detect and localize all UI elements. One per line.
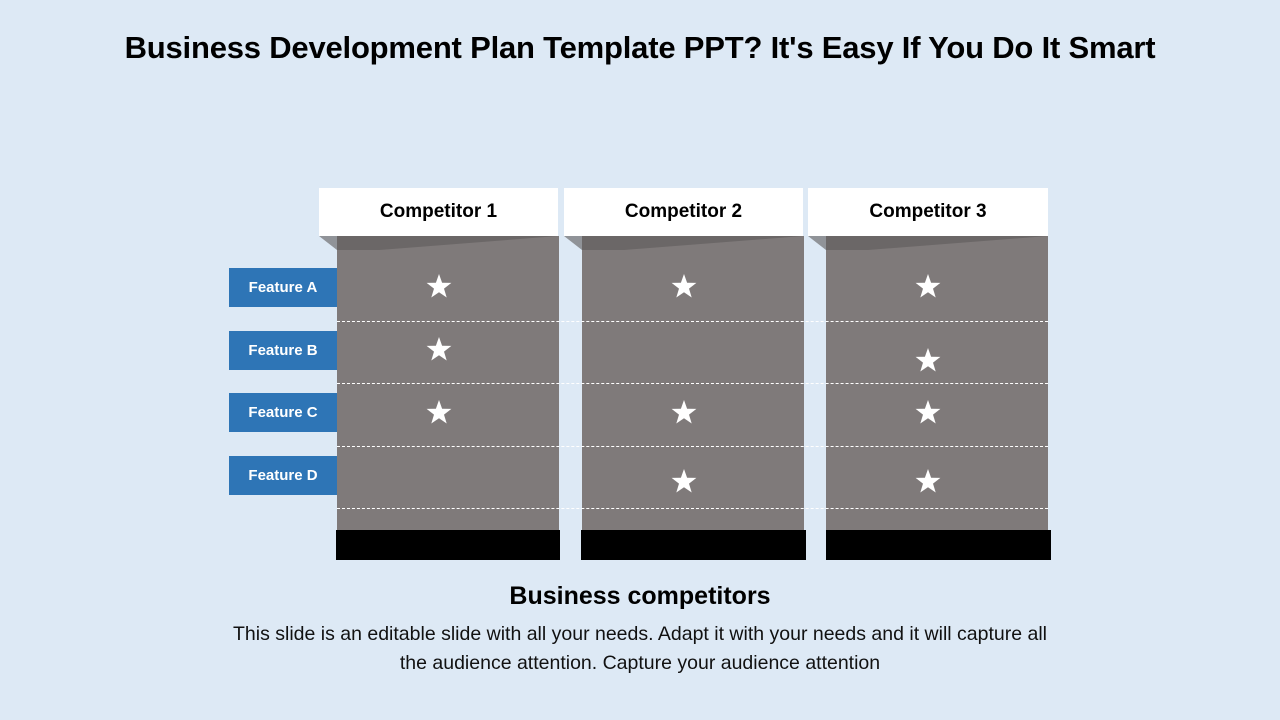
row-divider <box>337 508 1048 509</box>
competitor-1-header: Competitor 1 <box>319 188 558 236</box>
competitor-3-base <box>826 530 1051 560</box>
star-icon <box>915 400 941 424</box>
row-divider <box>337 383 1048 384</box>
row-divider <box>337 446 1048 447</box>
star-icon <box>426 337 452 361</box>
competitor-1-base <box>336 530 560 560</box>
star-icon <box>915 274 941 298</box>
star-icon <box>426 274 452 298</box>
fold-shadow-1 <box>319 236 558 250</box>
star-icon <box>671 400 697 424</box>
competitor-2-base <box>581 530 806 560</box>
star-icon <box>671 469 697 493</box>
description-text: This slide is an editable slide with all… <box>232 623 1048 674</box>
fold-shadow-2 <box>564 236 803 250</box>
feature-c-label: Feature C <box>229 393 337 432</box>
star-icon <box>426 400 452 424</box>
feature-a-label: Feature A <box>229 268 337 307</box>
header-fold-shadows <box>319 236 1048 250</box>
row-divider <box>337 321 1048 322</box>
section-heading: Business competitors <box>509 582 771 610</box>
star-icon <box>671 274 697 298</box>
competitor-3-header: Competitor 3 <box>808 188 1048 236</box>
feature-b-label: Feature B <box>229 331 337 370</box>
feature-d-label: Feature D <box>229 456 337 495</box>
star-icon <box>915 348 941 372</box>
competitor-2-header: Competitor 2 <box>564 188 803 236</box>
star-icon <box>915 469 941 493</box>
fold-shadow-3 <box>808 236 1048 250</box>
